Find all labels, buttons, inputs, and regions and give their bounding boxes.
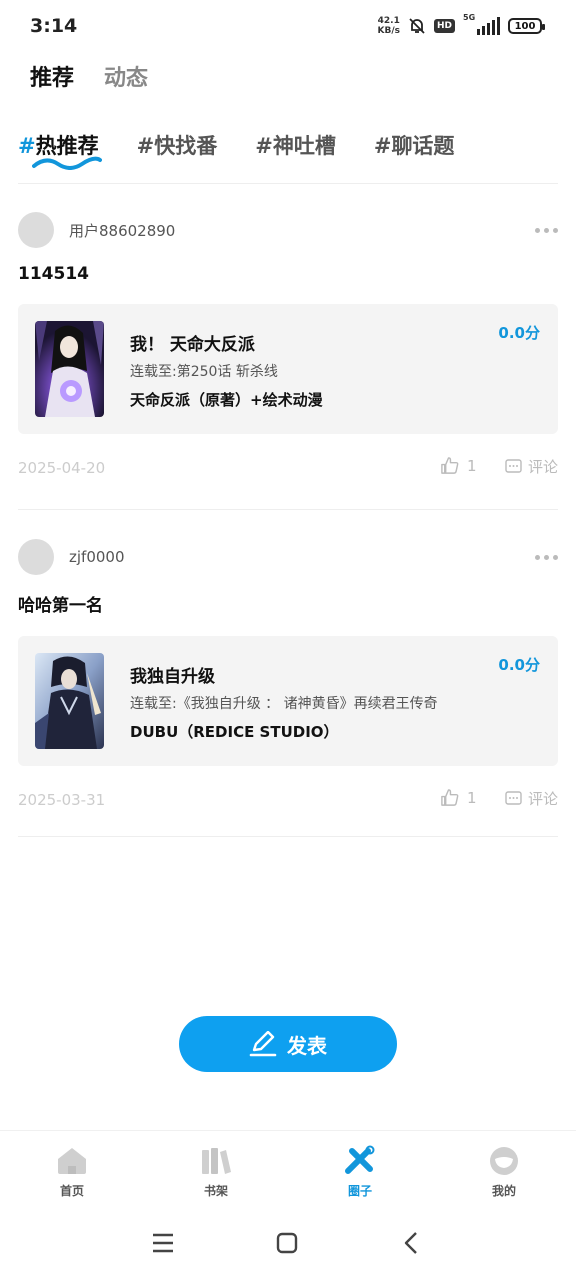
- post-date: 2025-04-20: [18, 459, 106, 477]
- divider: [18, 836, 558, 837]
- comment-icon: [505, 791, 522, 805]
- post-header: 用户88602890: [18, 212, 558, 248]
- comment-button[interactable]: 评论: [505, 456, 558, 477]
- comic-title: 我！ 天命大反派: [130, 335, 255, 355]
- tag-tab-hot[interactable]: #热推荐: [18, 130, 102, 170]
- divider: [18, 509, 558, 510]
- thumbs-up-icon: [441, 457, 459, 474]
- comic-card[interactable]: 我独自升级 连载至:《我独自升级 ： 诸神黄昏》再续君王传奇 DUBU（REDI…: [18, 636, 558, 766]
- post-footer: 2025-03-31 1 评论: [18, 788, 558, 812]
- divider: [18, 183, 558, 184]
- comic-author: DUBU（REDICE STUDIO）: [130, 723, 339, 741]
- comic-author: 天命反派（原著）+绘术动漫: [130, 391, 323, 409]
- tab-recommend[interactable]: 推荐: [25, 60, 77, 94]
- home-square-icon[interactable]: [276, 1232, 298, 1254]
- comment-button[interactable]: 评论: [505, 788, 558, 809]
- post-card[interactable]: 用户88602890 114514 我！ 天命大反派 连载至:第250话 斩杀线…: [18, 212, 558, 480]
- comic-progress: 连载至:《我独自升级 ： 诸神黄昏》再续君王传奇: [130, 696, 438, 712]
- comic-title: 我独自升级: [130, 667, 215, 687]
- home-icon: [55, 1145, 89, 1177]
- tag-tab-find[interactable]: #快找番: [137, 130, 218, 160]
- like-button[interactable]: 1: [440, 788, 477, 807]
- status-time: 3:14: [30, 15, 78, 37]
- bookshelf-icon: [199, 1145, 233, 1177]
- username[interactable]: 用户88602890: [69, 220, 175, 241]
- back-icon[interactable]: [402, 1232, 420, 1254]
- mute-bell-icon: [409, 18, 425, 34]
- profile-icon: [487, 1145, 521, 1177]
- publish-button[interactable]: 发表: [179, 1016, 397, 1072]
- network-speed: 42.1 KB/s: [377, 16, 400, 36]
- menu-icon[interactable]: [152, 1232, 174, 1254]
- post-header: zjf0000: [18, 539, 558, 575]
- comment-label: 评论: [527, 790, 558, 808]
- status-icons: 42.1 KB/s HD 5G 100: [377, 13, 545, 36]
- pen-icon: [249, 1031, 277, 1057]
- hd-badge: HD: [433, 19, 455, 33]
- status-bar: 3:14 42.1 KB/s HD 5G 100: [0, 0, 576, 54]
- like-button[interactable]: 1: [440, 456, 477, 475]
- comic-cover[interactable]: [35, 653, 104, 749]
- post-card[interactable]: zjf0000 哈哈第一名 我独自升级 连载至:《我独自升级 ： 诸神黄昏》再续…: [18, 539, 558, 812]
- tag-tab-topic[interactable]: #聊话题: [374, 130, 455, 160]
- comic-card[interactable]: 我！ 天命大反派 连载至:第250话 斩杀线 天命反派（原著）+绘术动漫 0.0…: [18, 304, 558, 434]
- nav-circle[interactable]: 圈子: [288, 1131, 432, 1210]
- more-icon[interactable]: [535, 228, 558, 233]
- thumbs-up-icon: [441, 789, 459, 806]
- nav-profile[interactable]: 我的: [432, 1131, 576, 1210]
- like-count: 1: [467, 788, 477, 807]
- username[interactable]: zjf0000: [69, 548, 125, 566]
- comic-score: 0.0分: [498, 656, 540, 674]
- comment-label: 评论: [527, 458, 558, 476]
- bottom-nav: 首页 书架 圈子 我的: [0, 1130, 576, 1210]
- signal-icon: 5G: [463, 13, 500, 35]
- tag-tab-roast[interactable]: #神吐槽: [255, 130, 336, 160]
- post-footer: 2025-04-20 1 评论: [18, 456, 558, 480]
- battery-icon: 100: [508, 18, 545, 34]
- top-tabs: 推荐 动态: [25, 60, 148, 94]
- system-nav-bar: [0, 1212, 576, 1280]
- more-icon[interactable]: [535, 555, 558, 560]
- hashtag-tabs: #热推荐 #快找番 #神吐槽 #聊话题: [18, 130, 492, 170]
- active-wave-indicator: [32, 156, 102, 170]
- publish-label: 发表: [287, 1033, 327, 1058]
- like-count: 1: [467, 456, 477, 475]
- comic-cover[interactable]: [35, 321, 104, 417]
- comic-score: 0.0分: [498, 324, 540, 342]
- circle-icon: [343, 1145, 377, 1177]
- avatar[interactable]: [18, 212, 54, 248]
- post-date: 2025-03-31: [18, 791, 106, 809]
- nav-home[interactable]: 首页: [0, 1131, 144, 1210]
- post-text: 114514: [18, 264, 89, 284]
- avatar[interactable]: [18, 539, 54, 575]
- post-text: 哈哈第一名: [18, 596, 103, 616]
- nav-bookshelf[interactable]: 书架: [144, 1131, 288, 1210]
- comic-progress: 连载至:第250话 斩杀线: [130, 364, 278, 380]
- comment-icon: [505, 459, 522, 473]
- tab-activity[interactable]: 动态: [104, 60, 148, 92]
